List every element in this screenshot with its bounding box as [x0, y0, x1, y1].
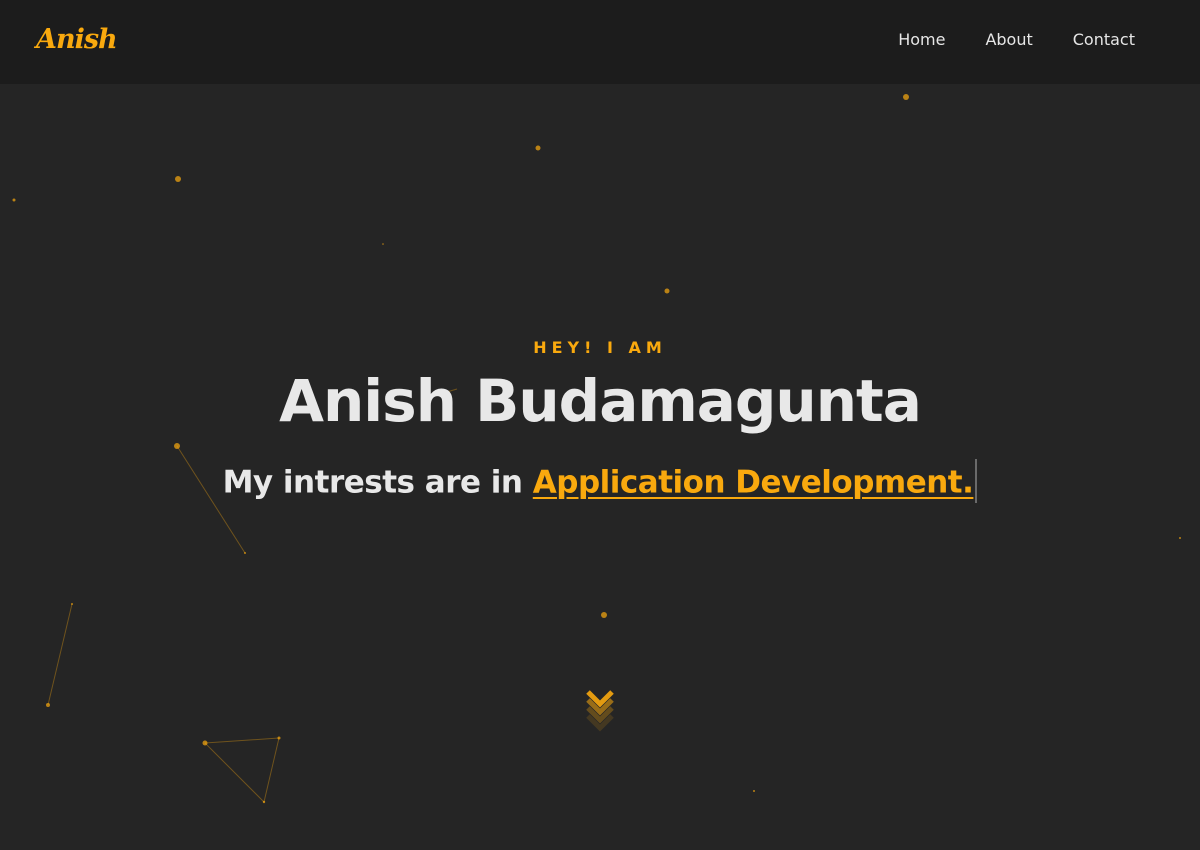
typing-cursor: [975, 459, 978, 503]
chevron-down-icon: [586, 690, 614, 732]
scroll-down-button[interactable]: [584, 688, 616, 734]
nav-link-home[interactable]: Home: [898, 30, 945, 49]
nav-links: Home About Contact: [898, 30, 1135, 49]
page: Anish Home About Contact HEY! I AM Anish…: [0, 0, 1200, 850]
navbar: Anish Home About Contact: [0, 0, 1200, 84]
interests-highlight: Application Development.: [532, 464, 974, 501]
interests-prefix: My intrests are in: [222, 464, 533, 501]
hero-section: HEY! I AM Anish Budamagunta My intrests …: [0, 84, 1200, 850]
hero-name: Anish Budamagunta: [279, 367, 922, 435]
nav-link-contact[interactable]: Contact: [1073, 30, 1135, 49]
logo[interactable]: Anish: [36, 24, 118, 55]
nav-link-about[interactable]: About: [985, 30, 1032, 49]
hero-greeting: HEY! I AM: [533, 338, 667, 357]
hero-interests: My intrests are in Application Developme…: [0, 459, 1200, 506]
